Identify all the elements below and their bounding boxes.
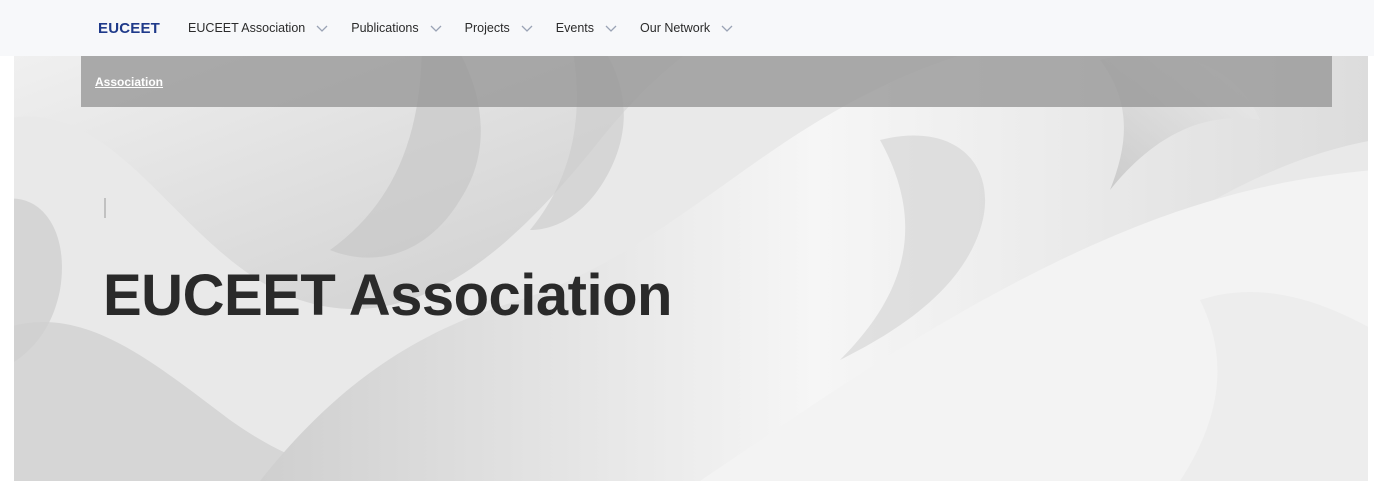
- nav-item-euceet-association[interactable]: EUCEET Association: [188, 21, 329, 35]
- hero-decorative-mark: [104, 198, 106, 218]
- breadcrumb: Association: [81, 56, 1332, 107]
- breadcrumb-link-association[interactable]: Association: [95, 75, 163, 89]
- nav-item-label: Our Network: [640, 21, 711, 35]
- chevron-down-icon: [429, 21, 443, 35]
- nav-item-projects[interactable]: Projects: [465, 21, 534, 35]
- top-navigation: EUCEET EUCEET Association Publications P…: [0, 0, 1374, 56]
- nav-item-events[interactable]: Events: [556, 21, 618, 35]
- brand-logo-link[interactable]: EUCEET: [98, 20, 160, 37]
- nav-item-label: Events: [555, 21, 595, 35]
- chevron-down-icon: [520, 21, 534, 35]
- nav-item-publications[interactable]: Publications: [351, 21, 442, 35]
- chevron-down-icon: [315, 21, 329, 35]
- nav-item-label: Projects: [464, 21, 510, 35]
- hero-left-edge: [0, 0, 14, 481]
- nav-item-our-network[interactable]: Our Network: [640, 21, 734, 35]
- chevron-down-icon: [720, 21, 734, 35]
- chevron-down-icon: [604, 21, 618, 35]
- nav-item-label: Publications: [351, 21, 419, 35]
- hero-right-edge: [1368, 0, 1374, 481]
- page-title: EUCEET Association: [103, 263, 672, 328]
- nav-item-label: EUCEET Association: [188, 21, 306, 35]
- page: EUCEET EUCEET Association Publications P…: [0, 0, 1374, 481]
